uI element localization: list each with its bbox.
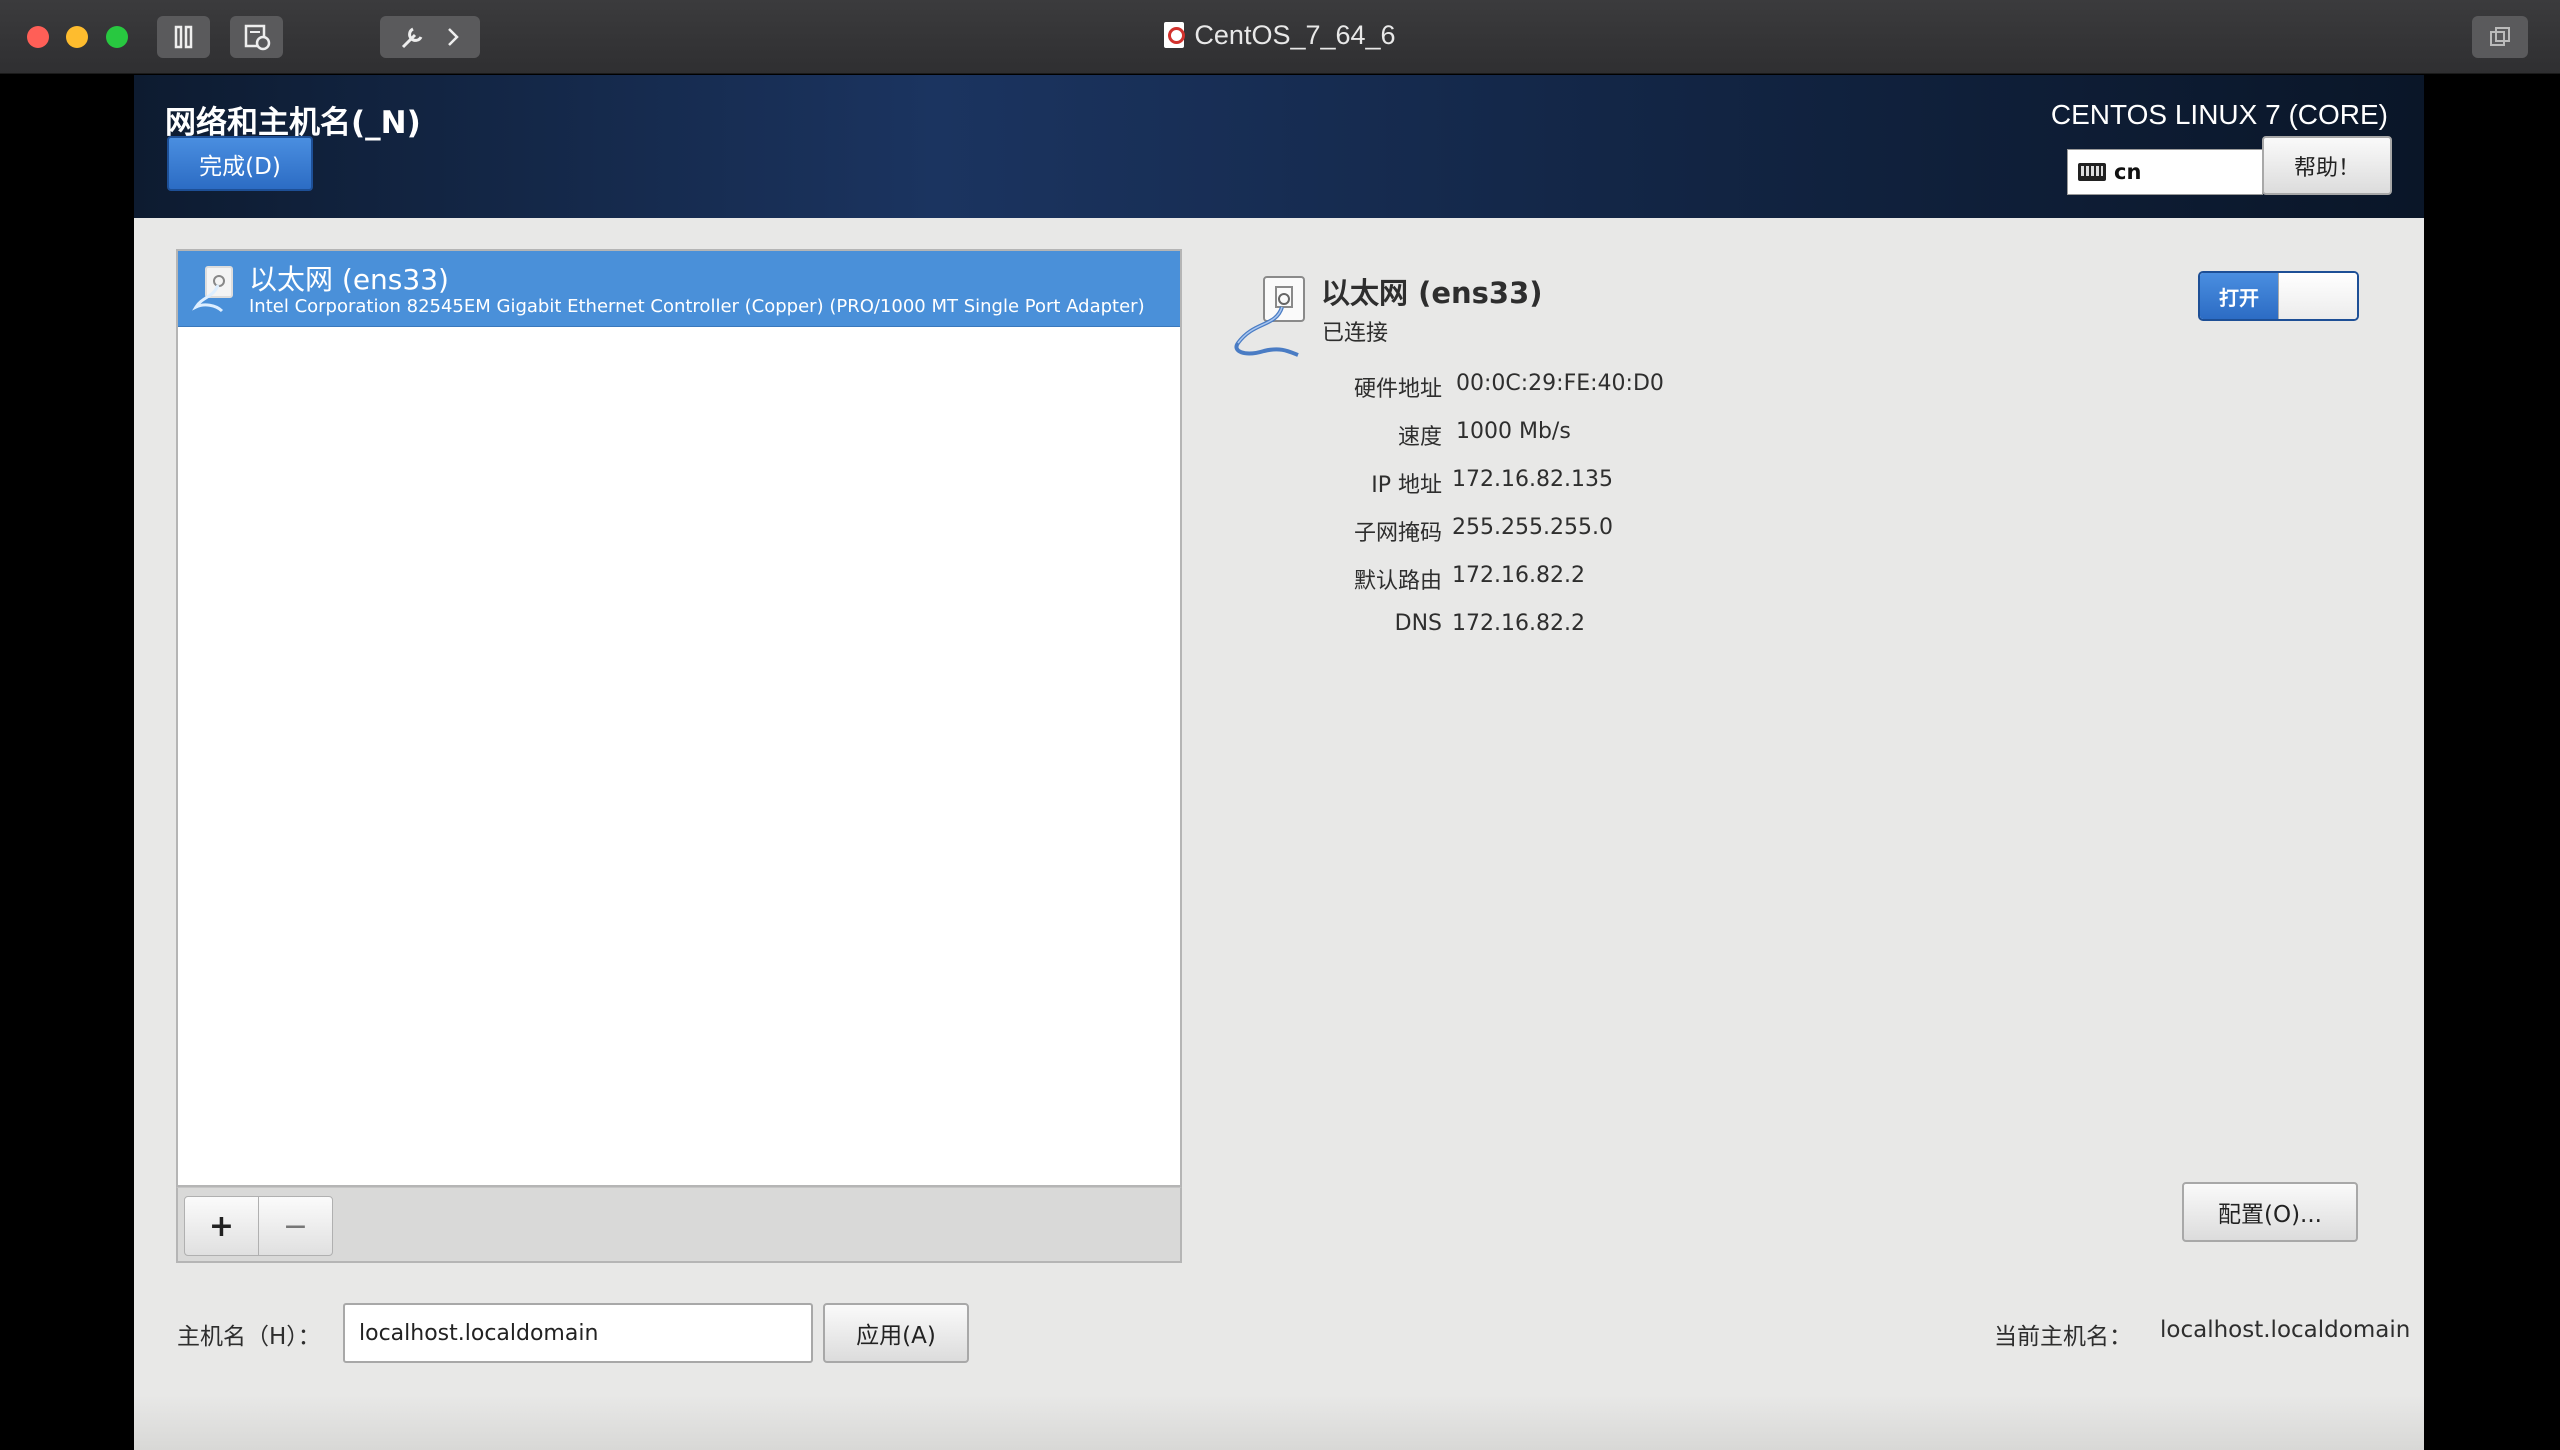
- ethernet-device-icon: [1234, 276, 1305, 357]
- configure-button[interactable]: 配置(O)...: [2182, 1182, 2358, 1242]
- spoke-header: 网络和主机名(_N) 完成(D) CENTOS LINUX 7 (CORE) c…: [134, 75, 2424, 218]
- add-device-button[interactable]: +: [184, 1196, 259, 1256]
- detail-label: 默认路由: [1353, 569, 1442, 594]
- fullscreen-button[interactable]: [2472, 16, 2528, 58]
- device-list-item-name: 以太网 (ens33): [249, 263, 449, 296]
- keyboard-layout-label: cn: [2114, 160, 2142, 184]
- detail-value: 255.255.255.0: [1452, 515, 1613, 540]
- device-status: 已连接: [1322, 321, 1389, 346]
- window-title-text: CentOS_7_64_6: [1194, 20, 1396, 50]
- ethernet-icon: [192, 266, 233, 313]
- detail-value: 1000 Mb/s: [1456, 419, 1571, 444]
- apply-hostname-button[interactable]: 应用(A): [823, 1303, 969, 1363]
- current-hostname-value: localhost.localdomain: [2160, 1317, 2411, 1343]
- current-hostname-label: 当前主机名：: [1994, 1324, 2132, 1350]
- product-name: CENTOS LINUX 7 (CORE): [2050, 99, 2388, 130]
- bottom-shade: [134, 1395, 2424, 1450]
- help-button[interactable]: 帮助！: [2262, 136, 2392, 195]
- hostname-label: 主机名（H）：: [177, 1324, 321, 1350]
- detail-value: 172.16.82.2: [1452, 611, 1585, 636]
- detail-label: IP 地址: [1371, 473, 1442, 498]
- detail-label: DNS: [1394, 611, 1442, 636]
- vm-screen: 网络和主机名(_N) 完成(D) CENTOS LINUX 7 (CORE) c…: [134, 75, 2424, 1450]
- device-list-item-description: Intel Corporation 82545EM Gigabit Ethern…: [249, 296, 1145, 317]
- device-list-toolbar: + −: [176, 1187, 1182, 1263]
- hostname-input[interactable]: [343, 1303, 813, 1363]
- device-list-item[interactable]: 以太网 (ens33) Intel Corporation 82545EM Gi…: [178, 251, 1180, 327]
- switch-on-label: 打开: [2200, 273, 2278, 319]
- detail-value: 00:0C:29:FE:40:D0: [1456, 371, 1664, 396]
- detail-label: 速度: [1397, 425, 1442, 450]
- remove-device-button[interactable]: −: [258, 1196, 333, 1256]
- done-button[interactable]: 完成(D): [167, 136, 313, 191]
- detail-value: 172.16.82.2: [1452, 563, 1585, 588]
- document-icon: [1164, 22, 1186, 48]
- detail-label: 子网掩码: [1353, 521, 1442, 546]
- device-power-switch[interactable]: 打开: [2198, 271, 2359, 321]
- keyboard-layout-indicator[interactable]: cn: [2067, 149, 2263, 195]
- window-titlebar: CentOS_7_64_6: [0, 0, 2560, 74]
- device-list: 以太网 (ens33) Intel Corporation 82545EM Gi…: [176, 249, 1182, 1187]
- switch-knob: [2278, 273, 2357, 319]
- restore-windows-icon: [2490, 27, 2510, 46]
- keyboard-icon: [2078, 163, 2106, 181]
- detail-label: 硬件地址: [1353, 377, 1442, 402]
- device-name: 以太网 (ens33): [1321, 276, 1543, 310]
- window-title: CentOS_7_64_6: [0, 20, 2560, 51]
- detail-value: 172.16.82.135: [1452, 467, 1613, 492]
